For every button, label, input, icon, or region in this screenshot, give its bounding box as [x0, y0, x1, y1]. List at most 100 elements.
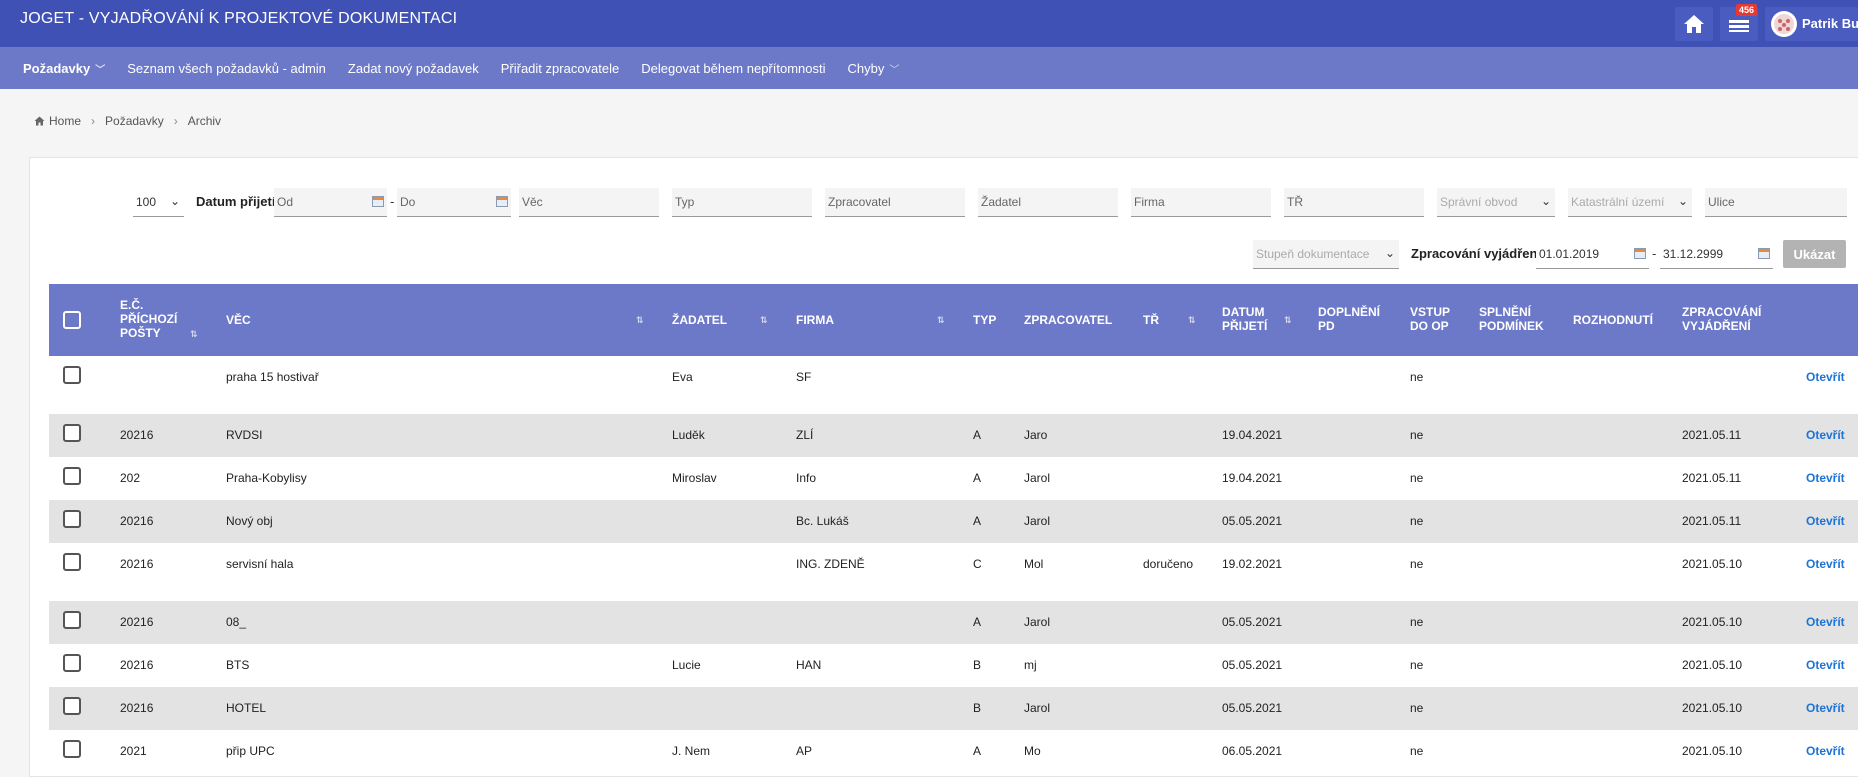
row-checkbox[interactable]	[63, 510, 81, 528]
cell-ec: 20216	[120, 428, 154, 442]
row-checkbox[interactable]	[63, 654, 81, 672]
row-checkbox[interactable]	[63, 424, 81, 442]
open-link[interactable]: Otevřít	[1806, 370, 1845, 384]
breadcrumb-pozadavky[interactable]: Požadavky	[105, 114, 164, 128]
open-link[interactable]: Otevřít	[1806, 744, 1845, 758]
spravni-obvod-select[interactable]: Správní obvod ⌄	[1437, 188, 1555, 217]
calendar-icon[interactable]	[372, 196, 384, 207]
col-firma[interactable]: FIRMA ⇅	[796, 313, 945, 327]
nav-item-priradit[interactable]: Přiřadit zpracovatele	[501, 61, 620, 76]
cell-zpracovatel: Jarol	[1024, 701, 1051, 715]
user-name: Patrik Burga	[1802, 16, 1858, 31]
nav-item-seznam[interactable]: Seznam všech požadavků - admin	[127, 61, 326, 76]
calendar-icon[interactable]	[496, 196, 508, 207]
cell-ec: 20216	[120, 658, 154, 672]
cell-zpracovani: 2021.05.11	[1682, 514, 1742, 528]
nav-item-zadat[interactable]: Zadat nový požadavek	[348, 61, 479, 76]
row-checkbox[interactable]	[63, 553, 81, 571]
nav-item-chyby[interactable]: Chyby ﹀	[848, 61, 900, 76]
table-row[interactable]: 20216 servisní hala ING. ZDENĚ C Mol doručeno…	[49, 543, 1858, 601]
nav-item-pozadavky[interactable]: Požadavky ﹀	[23, 61, 105, 76]
range-dash: -	[390, 194, 395, 209]
calendar-icon[interactable]	[1758, 248, 1770, 259]
table-row[interactable]: praha 15 hostivař Eva SF ne Otevřít	[49, 356, 1858, 414]
select-all-checkbox[interactable]	[63, 311, 81, 329]
table-row[interactable]: 20216 RVDSI Luděk ZLÍ A Jaro 19.04.2021 ne 2021.…	[49, 414, 1858, 457]
col-typ[interactable]: TYP	[973, 313, 996, 327]
tr-filter-input[interactable]: TŘ	[1284, 188, 1424, 217]
table-row[interactable]: 20216 BTS Lucie HAN Bmj 05.05.2021 ne 2021.05.1…	[49, 644, 1858, 687]
cell-firma: Bc. Lukáš	[796, 514, 849, 528]
page-size-select[interactable]: 100 ⌄	[133, 188, 184, 217]
cell-vstup: ne	[1410, 701, 1424, 715]
zpracovatel-filter-input[interactable]: Zpracovatel	[825, 188, 965, 217]
row-checkbox[interactable]	[63, 467, 81, 485]
zadatel-filter-input[interactable]: Žadatel	[978, 188, 1118, 217]
col-doplneni[interactable]: DOPLNĚNÍ PD	[1318, 305, 1388, 333]
stupen-dokumentace-select[interactable]: Stupeň dokumentace ⌄	[1253, 240, 1399, 269]
katastralni-uzemi-select[interactable]: Katastrální území ⌄	[1568, 188, 1692, 217]
cell-ec: 20216	[120, 701, 154, 715]
typ-filter-input[interactable]: Typ	[672, 188, 812, 217]
col-zadatel[interactable]: ŽADATEL ⇅	[672, 313, 768, 327]
user-menu[interactable]: Patrik Burga	[1765, 6, 1858, 41]
row-checkbox[interactable]	[63, 740, 81, 758]
col-vstup[interactable]: VSTUP DO OP	[1410, 305, 1460, 333]
cell-vec: HOTEL	[226, 701, 267, 715]
cell-zpracovatel: Jarol	[1024, 615, 1051, 629]
open-link[interactable]: Otevřít	[1806, 557, 1845, 571]
col-zpracovani[interactable]: ZPRACOVÁNÍ VYJÁDŘENÍ	[1682, 305, 1772, 333]
zpracovani-to-input[interactable]: 31.12.2999	[1660, 240, 1773, 269]
cell-typ: A	[973, 615, 982, 629]
zpracovani-from-input[interactable]: 01.01.2019	[1536, 240, 1649, 269]
col-tr[interactable]: TŘ ⇅	[1143, 313, 1196, 327]
col-vec[interactable]: VĚC ⇅	[226, 313, 644, 327]
home-button[interactable]	[1675, 6, 1713, 41]
row-checkbox[interactable]	[63, 366, 81, 384]
chevron-down-icon: ⌄	[1540, 194, 1551, 208]
col-datum[interactable]: DATUM PŘIJETÍ ⇅	[1222, 305, 1292, 333]
cell-tr: doručeno	[1143, 557, 1194, 571]
cell-zadatel: J. Nem	[672, 744, 711, 758]
open-link[interactable]: Otevřít	[1806, 514, 1845, 528]
cell-datum: 05.05.2021	[1222, 658, 1283, 672]
table-row[interactable]: 2021 přip UPC J. Nem AP A Mo 06.05.2021 ne 2021.…	[49, 730, 1858, 773]
inbox-button[interactable]: 456	[1720, 3, 1758, 41]
sort-icon: ⇅	[636, 315, 644, 325]
cell-firma: AP	[796, 744, 813, 758]
col-zpracovatel[interactable]: ZPRACOVATEL	[1024, 313, 1112, 327]
open-link[interactable]: Otevřít	[1806, 428, 1845, 442]
table-row[interactable]: 20216 Nový obj Bc. Lukáš A Jarol 05.05.2021 ne…	[49, 500, 1858, 543]
date-to-input[interactable]: Do	[397, 188, 511, 217]
cell-datum: 19.04.2021	[1222, 428, 1283, 442]
open-link[interactable]: Otevřít	[1806, 701, 1845, 715]
ulice-filter-input[interactable]: Ulice	[1705, 188, 1847, 217]
firma-filter-input[interactable]: Firma	[1131, 188, 1271, 217]
vec-filter-input[interactable]: Věc	[519, 188, 659, 217]
row-checkbox[interactable]	[63, 697, 81, 715]
open-link[interactable]: Otevřít	[1806, 658, 1845, 672]
table-row[interactable]: 20216 HOTEL B Jarol 05.05.2021 ne 2021.05.10 Ot…	[49, 687, 1858, 730]
col-splneni[interactable]: SPLNĚNÍ PODMÍNEK	[1479, 305, 1551, 333]
open-link[interactable]: Otevřít	[1806, 615, 1845, 629]
cell-vec: Nový obj	[226, 514, 273, 528]
cell-datum: 05.05.2021	[1222, 701, 1283, 715]
calendar-icon[interactable]	[1634, 248, 1646, 259]
col-rozhodnuti[interactable]: ROZHODNUTÍ	[1573, 313, 1653, 327]
breadcrumb-home[interactable]: Home	[49, 114, 81, 128]
table-row[interactable]: 202 Praha-Kobylisy Miroslav Info A Jarol 19.04…	[49, 457, 1858, 500]
cell-zadatel: Miroslav	[672, 471, 717, 485]
table-row[interactable]: 20216 08_ A Jarol 05.05.2021 ne 2021.05.10 Otev…	[49, 601, 1858, 644]
cell-vec: přip UPC	[226, 744, 275, 758]
show-button[interactable]: Ukázat	[1783, 240, 1846, 268]
date-from-input[interactable]: Od	[274, 188, 387, 217]
home-icon	[34, 116, 45, 126]
row-checkbox[interactable]	[63, 611, 81, 629]
cell-typ: A	[973, 428, 982, 442]
col-ec[interactable]: E.Č. PŘÍCHOZÍ POŠTY ⇅	[120, 298, 198, 340]
cell-datum: 19.02.2021	[1222, 557, 1283, 571]
nav-item-delegovat[interactable]: Delegovat během nepřítomnosti	[641, 61, 825, 76]
breadcrumb-archiv: Archiv	[187, 114, 222, 128]
open-link[interactable]: Otevřít	[1806, 471, 1845, 485]
cell-ec: 20216	[120, 514, 154, 528]
